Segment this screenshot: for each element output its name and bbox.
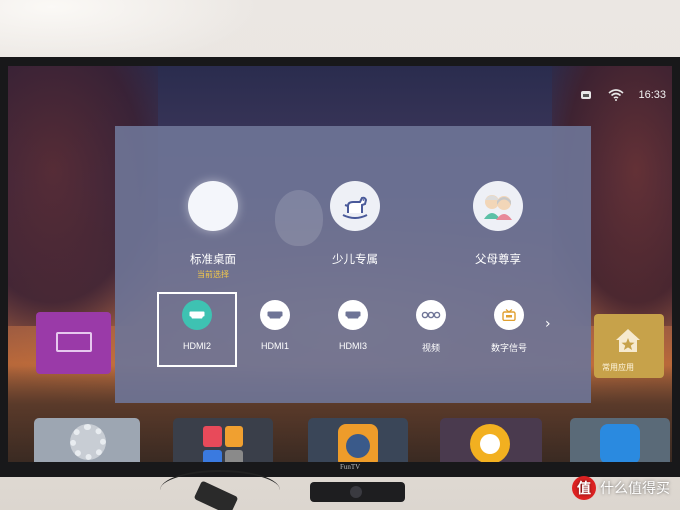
source-hdmi2[interactable]: HDMI2 <box>157 292 237 367</box>
fish-app-icon <box>338 424 378 462</box>
home-tile-common-apps[interactable]: 常用应用 <box>594 314 664 378</box>
hdmi-icon <box>338 300 368 330</box>
rocking-horse-icon <box>330 181 380 231</box>
dock-tile-app-tv[interactable] <box>570 418 670 462</box>
hdmi-icon <box>182 300 212 330</box>
status-bar: 16:33 <box>578 88 666 102</box>
wifi-icon <box>608 88 624 102</box>
mode-label: 父母尊享 <box>475 252 521 266</box>
dock-tile-app-fish[interactable] <box>308 418 408 462</box>
dock-tile-apps[interactable] <box>173 418 273 462</box>
site-watermark-text: 什么值得买 <box>600 481 670 497</box>
mode-standard-desktop[interactable]: 标准桌面 当前选择 <box>153 181 273 280</box>
mode-source-dialog: 标准桌面 当前选择 少儿专属 父母尊享 HDMI2 HDMI1 HDMI3 视频… <box>115 126 591 403</box>
source-digital-tv[interactable]: 数字信号 <box>469 292 549 367</box>
source-label: 视频 <box>421 343 440 353</box>
input-source-row: HDMI2 HDMI1 HDMI3 视频 数字信号 › <box>157 292 577 367</box>
home-tile-tv[interactable] <box>36 312 111 374</box>
clock: 16:33 <box>638 89 666 101</box>
site-badge-icon: 值 <box>572 476 596 500</box>
source-hdmi1[interactable]: HDMI1 <box>235 292 315 367</box>
source-label: 数字信号 <box>490 343 527 353</box>
tv-camera <box>310 482 405 502</box>
settings-gear-icon <box>70 424 106 460</box>
current-selection-label: 当前选择 <box>197 270 229 279</box>
source-av-video[interactable]: 视频 <box>391 292 471 367</box>
source-label: HDMI1 <box>260 341 289 351</box>
elderly-couple-icon <box>473 181 523 231</box>
source-hdmi3[interactable]: HDMI3 <box>313 292 393 367</box>
dock-tile-settings[interactable] <box>34 418 140 462</box>
source-label: HDMI2 <box>182 341 211 351</box>
camera-lens <box>350 486 362 498</box>
home-star-icon <box>616 329 640 352</box>
mode-parents[interactable]: 父母尊享 <box>438 181 558 267</box>
tv-app-icon <box>600 424 640 462</box>
dock-tile-app-video[interactable] <box>440 418 542 462</box>
digital-tv-icon <box>494 300 524 330</box>
av-video-icon <box>416 300 446 330</box>
blank-circle-icon <box>188 181 238 231</box>
tv-icon <box>56 332 92 352</box>
video-app-icon <box>470 424 510 462</box>
common-apps-label: 常用应用 <box>602 363 634 372</box>
network-icon <box>578 88 594 102</box>
mode-label: 少儿专属 <box>332 252 378 266</box>
site-watermark: 值 什么值得买 <box>572 476 670 500</box>
chevron-right-icon[interactable]: › <box>545 316 555 332</box>
mode-label: 标准桌面 <box>190 252 236 266</box>
mode-kids[interactable]: 少儿专属 <box>295 181 415 267</box>
hdmi-icon <box>260 300 290 330</box>
source-label: HDMI3 <box>338 341 367 351</box>
tv-brand-label: FunTV <box>340 463 361 471</box>
app-grid-icon <box>203 426 243 462</box>
